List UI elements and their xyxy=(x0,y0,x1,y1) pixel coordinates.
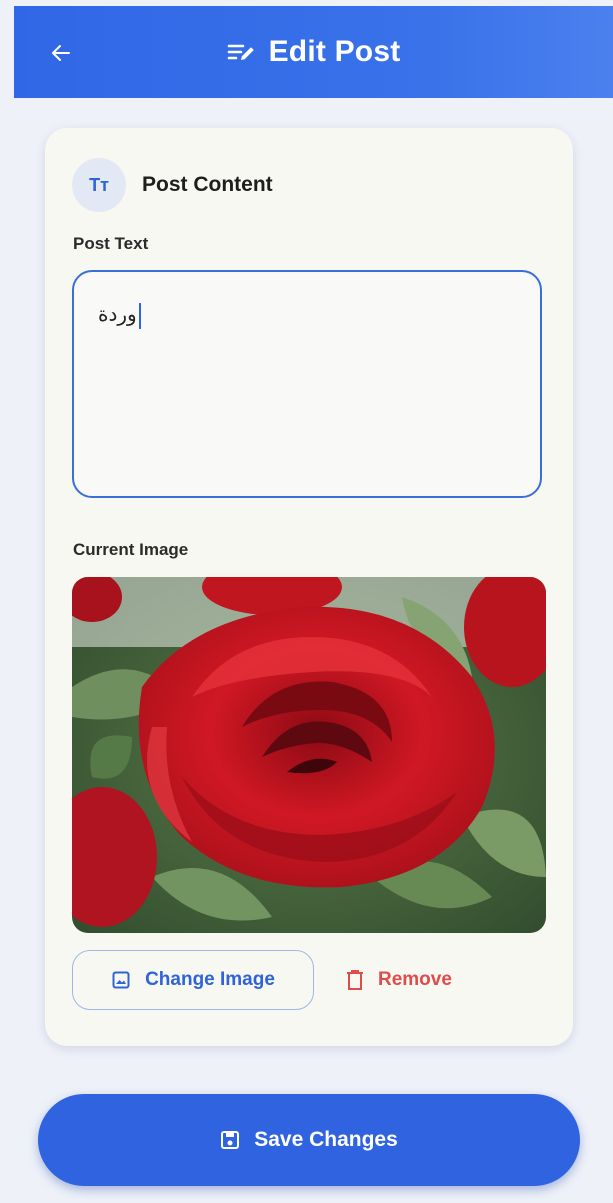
post-text-label: Post Text xyxy=(73,234,149,253)
current-image xyxy=(72,577,546,933)
text-fields-icon: Tт xyxy=(72,158,126,212)
post-card: Tт Post Content Post Text وردة Current I… xyxy=(45,128,573,1046)
current-image-label: Current Image xyxy=(73,540,189,559)
remove-label: Remove xyxy=(378,969,452,990)
post-text-value: وردة xyxy=(98,302,141,329)
section-header: Tт Post Content xyxy=(72,158,273,212)
title-wrap: Edit Post xyxy=(14,6,613,98)
change-image-label: Change Image xyxy=(145,969,275,990)
app-bar: Edit Post xyxy=(14,6,613,98)
save-changes-button[interactable]: Save Changes xyxy=(38,1094,580,1186)
save-label: Save Changes xyxy=(254,1128,398,1151)
image-actions: Change Image Remove xyxy=(72,950,464,1010)
save-icon xyxy=(221,1131,240,1149)
edit-note-icon xyxy=(227,44,254,60)
remove-image-button[interactable]: Remove xyxy=(334,950,464,1010)
post-text-input[interactable]: وردة xyxy=(72,270,542,498)
change-image-button[interactable]: Change Image xyxy=(72,950,314,1010)
image-icon xyxy=(112,971,130,989)
text-fields-glyph: Tт xyxy=(89,174,109,195)
text-caret xyxy=(138,302,141,329)
red-rose-photo xyxy=(72,577,546,933)
trash-icon xyxy=(347,970,363,990)
page-title: Edit Post xyxy=(268,35,401,68)
section-title: Post Content xyxy=(142,173,273,196)
post-text-content: وردة xyxy=(98,302,137,326)
